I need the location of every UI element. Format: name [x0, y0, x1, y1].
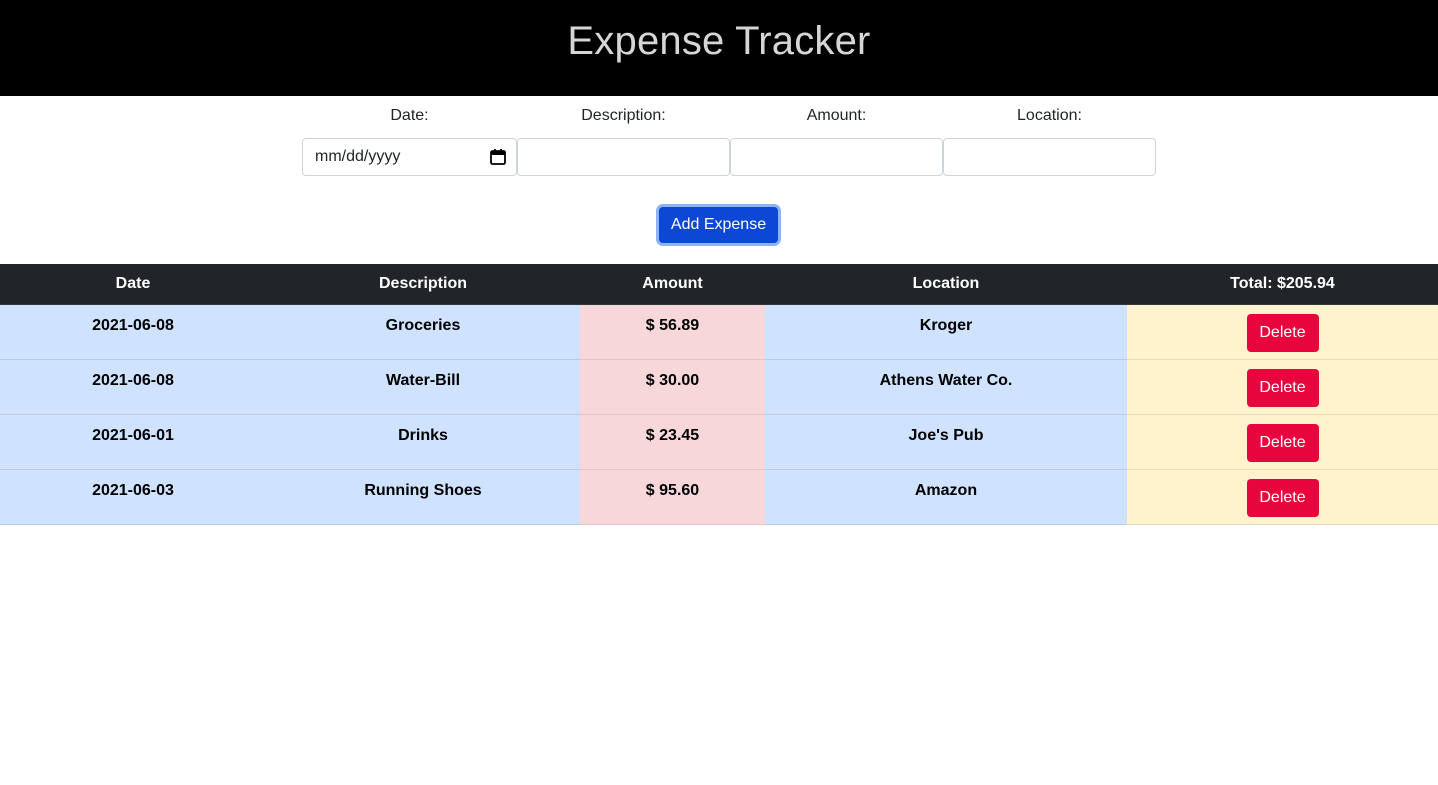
expense-form: Date: mm/dd/yyyy Description: Amount: Lo…	[0, 96, 1438, 264]
app-header: Expense Tracker	[0, 0, 1438, 96]
date-label: Date:	[390, 107, 429, 124]
cell-action: Delete	[1127, 304, 1438, 360]
cell-date: 2021-06-03	[0, 469, 266, 525]
column-header-location: Location	[765, 264, 1127, 305]
cell-action: Delete	[1127, 414, 1438, 470]
cell-date: 2021-06-08	[0, 359, 266, 415]
table-header-row: Date Description Amount Location Total: …	[0, 264, 1438, 305]
table-row: 2021-06-08 Groceries $ 56.89 Kroger Dele…	[0, 304, 1438, 360]
description-label: Description:	[581, 107, 666, 124]
cell-date: 2021-06-08	[0, 304, 266, 360]
cell-action: Delete	[1127, 469, 1438, 525]
cell-location: Amazon	[765, 469, 1127, 525]
description-input[interactable]	[517, 138, 730, 176]
amount-input[interactable]	[730, 138, 943, 176]
cell-amount: $ 95.60	[580, 469, 765, 525]
cell-date: 2021-06-01	[0, 414, 266, 470]
location-label: Location:	[1017, 107, 1082, 124]
delete-button[interactable]: Delete	[1246, 424, 1319, 462]
cell-location: Kroger	[765, 304, 1127, 360]
location-input[interactable]	[943, 138, 1156, 176]
cell-action: Delete	[1127, 359, 1438, 415]
cell-location: Joe's Pub	[765, 414, 1127, 470]
table-row: 2021-06-03 Running Shoes $ 95.60 Amazon …	[0, 469, 1438, 525]
cell-description: Water-Bill	[266, 359, 580, 415]
add-expense-button[interactable]: Add Expense	[656, 204, 781, 246]
column-header-date: Date	[0, 264, 266, 305]
calendar-icon[interactable]	[489, 148, 507, 166]
cell-amount: $ 30.00	[580, 359, 765, 415]
delete-button[interactable]: Delete	[1246, 479, 1319, 517]
table-row: 2021-06-01 Drinks $ 23.45 Joe's Pub Dele…	[0, 414, 1438, 470]
cell-amount: $ 56.89	[580, 304, 765, 360]
cell-description: Groceries	[266, 304, 580, 360]
delete-button[interactable]: Delete	[1246, 369, 1319, 407]
expense-table: Date Description Amount Location Total: …	[0, 264, 1438, 525]
cell-description: Running Shoes	[266, 469, 580, 525]
cell-location: Athens Water Co.	[765, 359, 1127, 415]
cell-amount: $ 23.45	[580, 414, 765, 470]
table-row: 2021-06-08 Water-Bill $ 30.00 Athens Wat…	[0, 359, 1438, 415]
column-header-total: Total: $205.94	[1127, 264, 1438, 305]
delete-button[interactable]: Delete	[1246, 314, 1319, 352]
column-header-description: Description	[266, 264, 580, 305]
date-input[interactable]: mm/dd/yyyy	[302, 138, 517, 176]
date-placeholder: mm/dd/yyyy	[315, 148, 401, 165]
cell-description: Drinks	[266, 414, 580, 470]
page-title: Expense Tracker	[567, 18, 871, 63]
amount-label: Amount:	[806, 107, 867, 124]
column-header-amount: Amount	[580, 264, 765, 305]
add-expense-button-label: Add Expense	[670, 216, 767, 233]
